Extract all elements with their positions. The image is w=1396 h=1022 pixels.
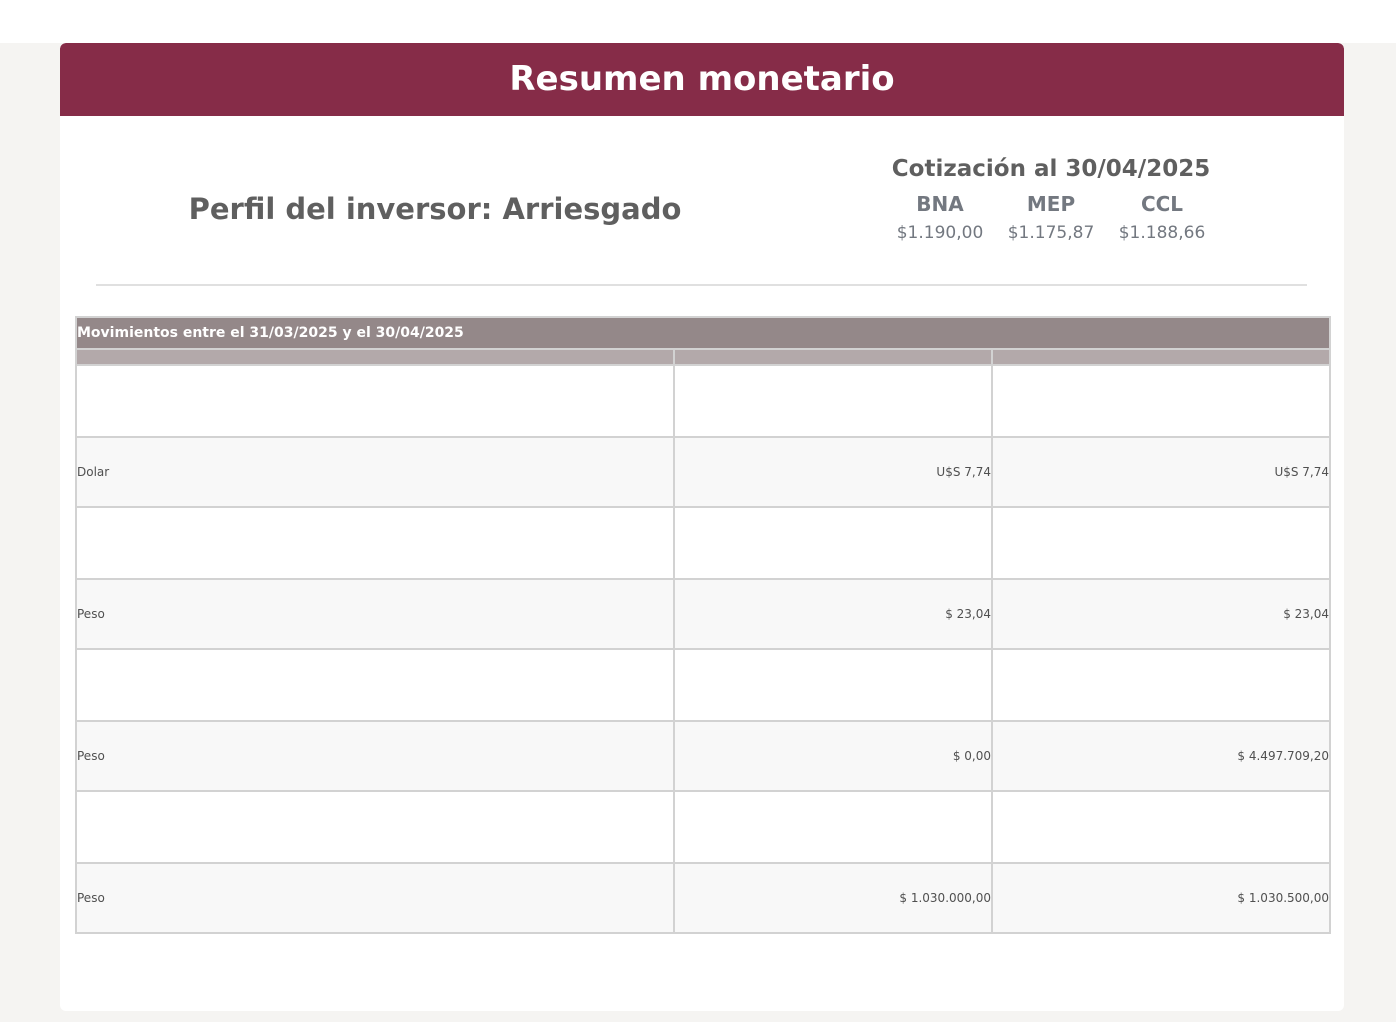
amount-cell: $ 0,00 bbox=[673, 720, 993, 792]
amount-cell: U$S 7,74 bbox=[673, 436, 993, 508]
table-row: Peso $ 0,00 $ 4.497.709,20 bbox=[75, 720, 1332, 792]
currency-cell: Peso bbox=[75, 720, 675, 792]
column-header bbox=[75, 348, 675, 366]
section-divider bbox=[96, 284, 1307, 286]
amount-cell: $ 4.497.709,20 bbox=[990, 720, 1332, 792]
table-row: Peso $ 1.030.000,00 $ 1.030.500,00 bbox=[75, 862, 1332, 934]
rate-ccl: CCL $1.188,66 bbox=[1107, 190, 1218, 248]
exchange-rates: Cotización al 30/04/2025 BNA $1.190,00 M… bbox=[860, 156, 1242, 248]
table-row: Peso $ 23,04 $ 23,04 bbox=[75, 578, 1332, 650]
table-row bbox=[75, 648, 1332, 722]
table-row bbox=[75, 506, 1332, 580]
exchange-rates-title: Cotización al 30/04/2025 bbox=[891, 156, 1211, 182]
summary-card: Resumen monetario Perfil del inversor: A… bbox=[60, 43, 1344, 1011]
rate-label: MEP bbox=[1026, 192, 1076, 216]
table-row bbox=[75, 364, 1332, 438]
rate-value: $1.175,87 bbox=[1007, 223, 1095, 243]
top-strip bbox=[0, 0, 1396, 43]
amount-cell: $ 1.030.000,00 bbox=[673, 862, 993, 934]
rate-bna: BNA $1.190,00 bbox=[885, 190, 996, 248]
column-header bbox=[990, 348, 1332, 366]
amount-cell: $ 1.030.500,00 bbox=[990, 862, 1332, 934]
movements-table: Movimientos entre el 31/03/2025 y el 30/… bbox=[74, 316, 1332, 934]
column-header bbox=[673, 348, 993, 366]
exchange-rates-grid: BNA $1.190,00 MEP $1.175,87 CCL $1.188,6… bbox=[860, 190, 1242, 248]
amount-cell: U$S 7,74 bbox=[990, 436, 1332, 508]
table-row bbox=[75, 790, 1332, 864]
table-row: Dolar U$S 7,74 U$S 7,74 bbox=[75, 436, 1332, 508]
currency-cell: Peso bbox=[75, 862, 675, 934]
currency-cell: Dolar bbox=[75, 436, 675, 508]
page-title: Resumen monetario bbox=[60, 43, 1344, 116]
rate-mep: MEP $1.175,87 bbox=[996, 190, 1107, 248]
amount-cell: $ 23,04 bbox=[990, 578, 1332, 650]
investor-profile: Perfil del inversor: Arriesgado bbox=[188, 192, 682, 226]
rate-label: CCL bbox=[1140, 192, 1184, 216]
amount-cell: $ 23,04 bbox=[673, 578, 993, 650]
rate-value: $1.190,00 bbox=[896, 223, 984, 243]
table-caption: Movimientos entre el 31/03/2025 y el 30/… bbox=[74, 316, 1332, 350]
rate-label: BNA bbox=[916, 192, 964, 216]
currency-cell: Peso bbox=[75, 578, 675, 650]
table-caption-row: Movimientos entre el 31/03/2025 y el 30/… bbox=[74, 316, 1332, 350]
table-header-row bbox=[75, 348, 1332, 366]
rate-value: $1.188,66 bbox=[1118, 223, 1206, 243]
